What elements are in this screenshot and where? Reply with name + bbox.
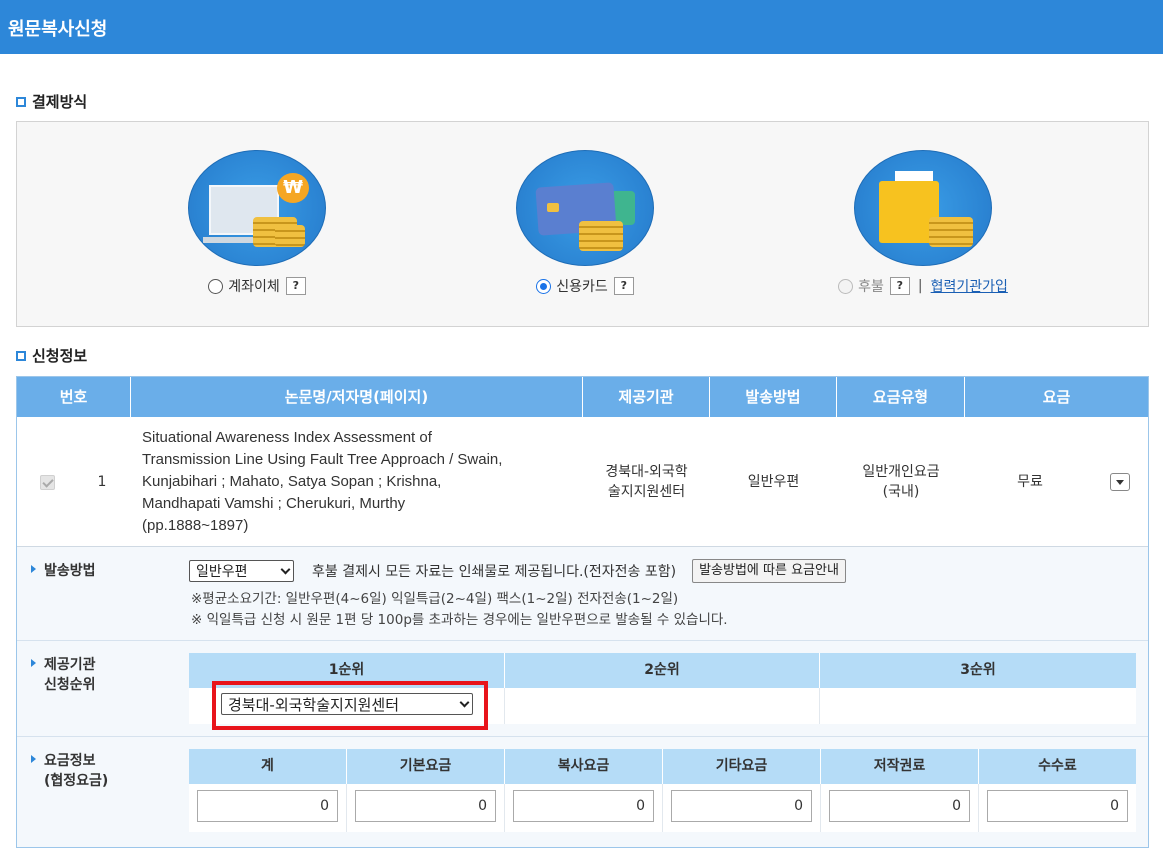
payment-method-box: ₩ 계좌이체 ? 신용카드 ? 후불 ? | 협력기관가입 — [16, 121, 1149, 327]
row-method: 일반우편 — [747, 474, 800, 490]
fee-guide-button[interactable]: 발송방법에 따른 요금안내 — [692, 559, 846, 583]
row-checkbox[interactable] — [39, 474, 55, 490]
credit-card-label[interactable]: 신용카드 — [556, 276, 608, 296]
shipping-method-label: 발송방법 — [31, 561, 96, 581]
header-method: 발송방법 — [710, 377, 837, 417]
fee-commission-input[interactable]: 0 — [987, 790, 1128, 822]
priority-2-header: 2순위 — [505, 653, 820, 688]
request-title-text: 신청정보 — [32, 347, 88, 365]
separator: | — [917, 278, 923, 294]
fee-base-input[interactable]: 0 — [355, 790, 496, 822]
request-info-table: 번호 논문명/저자명(페이지) 제공기관 발송방법 요금유형 요금 1 Situ… — [16, 376, 1149, 848]
payment-section-title: 결제방식 — [16, 91, 87, 112]
window-title: 원문복사신청 — [0, 0, 1163, 54]
bank-transfer-label[interactable]: 계좌이체 — [228, 276, 280, 296]
payment-option-credit-card[interactable]: 신용카드 ? — [435, 150, 735, 296]
deferred-help-icon[interactable]: ? — [889, 277, 910, 295]
fee-copy-input[interactable]: 0 — [513, 790, 654, 822]
shipping-method-row: 발송방법 일반우편 후불 결제시 모든 자료는 인쇄물로 제공됩니다.(전자전송… — [17, 547, 1148, 641]
deferred-payment-illustration-icon — [854, 150, 992, 266]
fee-copyright-header: 저작권료 — [821, 749, 979, 784]
provider-order-row: 제공기관 신청순위 1순위 2순위 3순위 경북대-외국학술지지원센터 — [17, 641, 1148, 737]
section-square-icon — [16, 96, 26, 107]
deferred-label: 후불 — [858, 279, 884, 295]
bank-transfer-illustration-icon: ₩ — [188, 150, 326, 266]
header-fee-type: 요금유형 — [837, 377, 965, 417]
priority-3-cell — [820, 688, 1136, 724]
shipping-info-1: ※평균소요기간: 일반우편(4~6일) 익일특급(2~4일) 팩스(1~2일) … — [191, 591, 679, 607]
deferred-radio — [838, 278, 854, 294]
shipping-info-2: ※ 익일특급 신청 시 원문 1편 당 100p를 초과하는 경우에는 일반우편… — [191, 612, 728, 628]
request-section-title: 신청정보 — [16, 345, 87, 366]
bank-transfer-help-icon[interactable]: ? — [285, 277, 306, 295]
table-header: 번호 논문명/저자명(페이지) 제공기관 발송방법 요금유형 요금 — [17, 377, 1148, 417]
priority-3-header: 3순위 — [820, 653, 1136, 688]
fee-other-header: 기타요금 — [663, 749, 821, 784]
priority-2-cell — [505, 688, 820, 724]
section-square-icon — [16, 350, 26, 361]
header-fee: 요금 — [1042, 388, 1071, 406]
payment-title-text: 결제방식 — [32, 93, 88, 111]
partner-join-link[interactable]: 협력기관가입 — [931, 276, 1008, 296]
shipping-method-select[interactable]: 일반우편 — [189, 560, 294, 582]
header-provider: 제공기관 — [583, 377, 710, 417]
credit-card-help-icon[interactable]: ? — [613, 277, 634, 295]
fee-total-input[interactable]: 0 — [197, 790, 338, 822]
provider-order-label: 제공기관 신청순위 — [31, 655, 96, 695]
fee-info-label: 요금정보 (협정요금) — [31, 751, 108, 791]
shipping-note: 후불 결제시 모든 자료는 인쇄물로 제공됩니다.(전자전송 포함) — [312, 564, 677, 580]
row-expand-chevron-down-icon[interactable] — [1110, 473, 1130, 491]
bank-transfer-radio[interactable] — [208, 278, 224, 294]
fee-grid: 계 기본요금 복사요금 기타요금 저작권료 수수료 0 0 0 0 0 0 — [189, 749, 1136, 832]
bullet-triangle-icon — [31, 659, 36, 667]
row-title: Situational Awareness Index Assessment o… — [142, 429, 503, 534]
bullet-triangle-icon — [31, 755, 36, 763]
fee-copyright-input[interactable]: 0 — [829, 790, 970, 822]
table-row: 1 Situational Awareness Index Assessment… — [17, 417, 1148, 547]
payment-option-bank-transfer[interactable]: ₩ 계좌이체 ? — [107, 150, 407, 296]
fee-commission-header: 수수료 — [979, 749, 1136, 784]
fee-info-row: 요금정보 (협정요금) 계 기본요금 복사요금 기타요금 저작권료 수수료 0 … — [17, 737, 1148, 847]
credit-card-radio[interactable] — [536, 278, 552, 294]
bullet-triangle-icon — [31, 565, 36, 573]
fee-copy-header: 복사요금 — [505, 749, 663, 784]
fee-base-header: 기본요금 — [347, 749, 505, 784]
header-no: 번호 — [17, 377, 131, 417]
fee-total-header: 계 — [189, 749, 347, 784]
row-fee-type: 일반개인요금 (국내) — [862, 464, 940, 500]
credit-card-illustration-icon — [516, 150, 654, 266]
payment-option-deferred: 후불 ? | 협력기관가입 — [763, 150, 1083, 296]
row-no: 1 — [97, 474, 107, 490]
chevron-down-icon — [280, 564, 291, 574]
header-title: 논문명/저자명(페이지) — [131, 377, 583, 417]
highlight-box — [212, 681, 488, 730]
row-provider: 경북대-외국학 술지지원센터 — [605, 464, 688, 500]
fee-other-input[interactable]: 0 — [671, 790, 812, 822]
row-fee: 무료 — [1017, 474, 1043, 490]
